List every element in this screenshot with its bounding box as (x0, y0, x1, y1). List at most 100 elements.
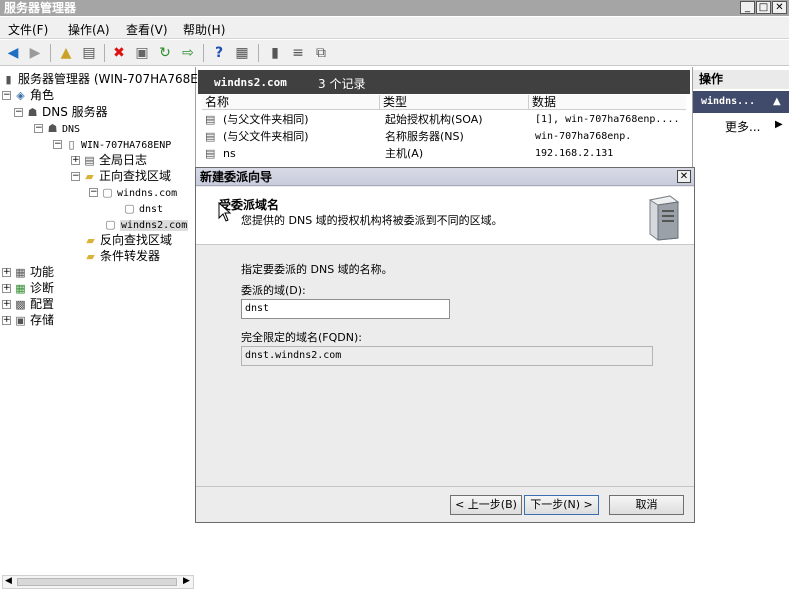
record-data: 192.168.2.131 (535, 148, 614, 159)
collapse-icon[interactable]: − (34, 124, 43, 133)
folder-icon: ▰ (85, 170, 94, 183)
wizard-header: 受委派域名 您提供的 DNS 域的授权机构将被委派到不同的区域。 (196, 187, 694, 245)
collapse-up-icon[interactable]: ▲ (773, 91, 781, 113)
record-icon: ▤ (205, 130, 216, 143)
column-header-name[interactable]: 名称 (202, 95, 380, 110)
menu-action[interactable]: 操作(A) (68, 21, 110, 38)
tree-node-label: 反向查找区域 (100, 233, 173, 247)
table-row[interactable]: ▤ (与父文件夹相同) 名称服务器(NS) win-707ha768enp. (202, 128, 686, 145)
menu-view[interactable]: 查看(V) (126, 21, 168, 38)
folder-icon: ▰ (86, 234, 95, 247)
tree-icon[interactable]: ⧉ (312, 44, 330, 62)
zone-icon: ▢ (102, 186, 113, 199)
zone-title: windns2.com (214, 76, 287, 89)
dialog-close-button[interactable]: ✕ (677, 170, 691, 183)
tree-node-zone-windns[interactable]: − ▢ windns.com (89, 184, 177, 200)
help-icon[interactable]: ? (210, 44, 228, 62)
collapse-icon[interactable]: − (2, 91, 11, 100)
forward-icon[interactable]: ▶ (26, 44, 44, 62)
tree-node-label: windns2.com (120, 220, 189, 231)
expand-icon[interactable]: + (2, 284, 11, 293)
properties-icon[interactable]: ▣ (133, 44, 151, 62)
record-name: ns (223, 147, 236, 160)
menu-file[interactable]: 文件(F) (8, 21, 48, 38)
expand-icon[interactable]: + (2, 268, 11, 277)
action-more-label: 更多... (725, 120, 761, 134)
table-row[interactable]: ▤ ns 主机(A) 192.168.2.131 (202, 145, 686, 162)
next-button[interactable]: 下一步(N) > (524, 495, 599, 515)
expand-icon[interactable]: + (71, 156, 80, 165)
tree-node-forward-zones[interactable]: − ▰ 正向查找区域 (71, 168, 171, 184)
tree-node-label: 功能 (30, 265, 55, 279)
tree-node-zone-dnst[interactable]: ▢ dnst (123, 200, 163, 216)
actions-section-header[interactable]: windns... ▲ (693, 91, 789, 113)
list-icon[interactable]: ≡ (289, 44, 307, 62)
record-type: 名称服务器(NS) (385, 130, 464, 143)
record-data: [1], win-707ha768enp.... (535, 114, 680, 125)
roles-icon: ◈ (16, 89, 25, 102)
action-more[interactable]: 更多... (725, 118, 760, 135)
server-graphic-icon (648, 195, 680, 241)
actions-section-label: windns... (701, 96, 756, 107)
tree-node-label: DNS (62, 124, 81, 135)
collapse-icon[interactable]: − (14, 108, 23, 117)
minimize-button[interactable]: _ (740, 1, 755, 14)
tree-node-root[interactable]: ▮ 服务器管理器 (WIN-707HA768ENP) (2, 71, 218, 87)
dns-server-icon: ☗ (27, 106, 38, 119)
tree-node-storage[interactable]: + ▣ 存储 (2, 312, 54, 328)
tree-node-zone-windns2[interactable]: ▢ windns2.com (104, 216, 189, 232)
toolbar: ◀ ▶ ▲ ▤ ✖ ▣ ↻ ⇨ ? ▦ ▮ ≡ ⧉ (0, 40, 789, 66)
back-icon[interactable]: ◀ (4, 44, 22, 62)
tree-node-label: WIN-707HA768ENP (81, 140, 172, 151)
instruction-text: 指定要委派的 DNS 域的名称。 (241, 263, 393, 276)
collapse-icon[interactable]: − (89, 188, 98, 197)
dns-icon: ☗ (47, 122, 58, 135)
server-icon[interactable]: ▮ (266, 44, 284, 62)
submenu-arrow-icon: ▶ (775, 119, 783, 130)
wizard-description: 您提供的 DNS 域的授权机构将被委派到不同的区域。 (241, 214, 503, 227)
delegation-icon: ▢ (124, 202, 135, 215)
column-header-type[interactable]: 类型 (380, 95, 529, 110)
tree-node-features[interactable]: + ▦ 功能 (2, 264, 54, 280)
delete-icon[interactable]: ✖ (110, 44, 128, 62)
expand-icon[interactable]: + (2, 316, 11, 325)
collapse-icon[interactable]: − (71, 172, 80, 181)
delegated-domain-input[interactable]: dnst (241, 299, 450, 319)
menu-bar: 文件(F) 操作(A) 查看(V) 帮助(H) (0, 17, 789, 39)
refresh-icon[interactable]: ↻ (156, 44, 174, 62)
tree-node-global-logs[interactable]: + ▤ 全局日志 (71, 152, 147, 168)
tree-node-dns-server[interactable]: − ☗ DNS 服务器 (14, 104, 108, 120)
column-header-data[interactable]: 数据 (529, 95, 686, 110)
tree-node-dns[interactable]: − ☗ DNS (34, 120, 80, 136)
actions-pane: 操作 windns... ▲ 更多... ▶ (692, 67, 789, 523)
delegated-domain-label: 委派的域(D): (241, 284, 306, 297)
tree-node-conditional-forwarders[interactable]: ▰ 条件转发器 (84, 248, 160, 264)
expand-icon[interactable]: + (2, 300, 11, 309)
tree-node-configuration[interactable]: + ▩ 配置 (2, 296, 54, 312)
menu-help[interactable]: 帮助(H) (183, 21, 225, 38)
close-button[interactable]: ✕ (772, 1, 787, 14)
tree-node-reverse-zones[interactable]: ▰ 反向查找区域 (84, 232, 172, 248)
scroll-left-icon[interactable]: ◀ (5, 576, 12, 586)
actions-title: 操作 (693, 70, 789, 89)
tree-horizontal-scrollbar[interactable]: ◀ ▶ (2, 575, 194, 589)
show-hide-action-pane-icon[interactable]: ▦ (233, 44, 251, 62)
fqdn-field: dnst.windns2.com (241, 346, 653, 366)
cancel-button[interactable]: 取消 (609, 495, 684, 515)
toolbar-separator (104, 44, 105, 62)
new-delegation-wizard: 新建委派向导 ✕ 受委派域名 您提供的 DNS 域的授权机构将被委派到不同的区域… (195, 167, 695, 523)
scrollbar-thumb[interactable] (17, 578, 177, 586)
scroll-right-icon[interactable]: ▶ (183, 576, 190, 586)
table-row[interactable]: ▤ (与父文件夹相同) 起始授权机构(SOA) [1], win-707ha76… (202, 111, 686, 128)
record-count: 3 个记录 (318, 77, 366, 91)
up-folder-icon[interactable]: ▲ (57, 44, 75, 62)
tree-node-server[interactable]: − ▯ WIN-707HA768ENP (53, 136, 171, 152)
tree-node-label: 存储 (30, 313, 55, 327)
tree-node-diagnostics[interactable]: + ▦ 诊断 (2, 280, 54, 296)
export-icon[interactable]: ⇨ (179, 44, 197, 62)
tree-node-roles[interactable]: − ◈ 角色 (2, 87, 54, 103)
show-hide-tree-icon[interactable]: ▤ (80, 44, 98, 62)
collapse-icon[interactable]: − (53, 140, 62, 149)
back-button[interactable]: < 上一步(B) (450, 495, 522, 515)
maximize-button[interactable]: □ (756, 1, 771, 14)
